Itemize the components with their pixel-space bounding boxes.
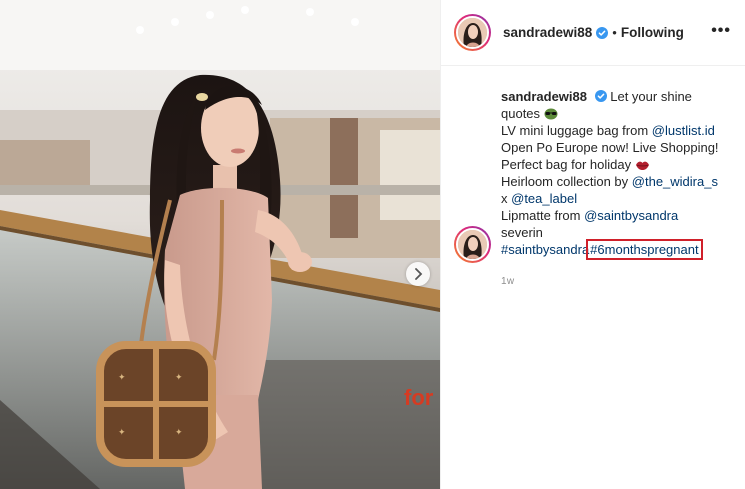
verified-badge-icon: [594, 90, 607, 102]
caption-text: Lipmatte from: [501, 208, 585, 223]
mention-link[interactable]: @lustlist.id: [652, 123, 715, 138]
lips-emoji-icon: [635, 161, 649, 170]
highlighted-hashtag-link[interactable]: #6monthspregnant: [586, 239, 703, 260]
caption-text: Heirloom collection by: [501, 174, 632, 189]
caption-line: severin: [501, 224, 735, 241]
post-header: sandradewi88 • Following •••: [441, 0, 745, 66]
post-photo: for ✦ ✦ ✦ ✦: [0, 0, 440, 489]
caption-line: Heirloom collection by @the_widira_s: [501, 173, 735, 190]
more-options-icon[interactable]: •••: [711, 22, 731, 40]
mention-link[interactable]: @saintbysandra: [584, 208, 678, 223]
post-side-panel: sandradewi88 • Following ••• sandradewi8…: [440, 0, 745, 489]
caption-line: sandradewi88 Let your shine: [501, 88, 735, 105]
caption-avatar[interactable]: [454, 226, 491, 263]
caption-line: Perfect bag for holiday: [501, 156, 735, 173]
post-caption: sandradewi88 Let your shine quotes LV mi…: [441, 66, 745, 290]
caption-line: #saintbysandra#6monthspregnant: [501, 239, 735, 260]
caption-text: Open Po Europe now! Live Shopping!: [501, 140, 719, 155]
caption-line: Open Po Europe now! Live Shopping!: [501, 139, 735, 156]
mall-background-image: for ✦ ✦ ✦ ✦: [0, 0, 440, 489]
caption-text: Let your shine: [610, 89, 692, 104]
verified-badge-icon: [596, 26, 609, 39]
post-timestamp[interactable]: 1w: [501, 273, 735, 290]
avatar[interactable]: [454, 14, 491, 51]
svg-text:✦: ✦: [175, 373, 183, 383]
mention-link[interactable]: @tea_label: [511, 191, 577, 206]
following-button[interactable]: Following: [621, 25, 684, 40]
svg-text:✦: ✦: [118, 373, 126, 383]
sunglasses-emoji-icon: [544, 108, 558, 120]
follow-separator: •: [612, 25, 617, 40]
chevron-right-icon: [415, 268, 423, 280]
svg-text:✦: ✦: [175, 428, 183, 438]
caption-line: Lipmatte from @saintbysandra: [501, 207, 735, 224]
caption-line: LV mini luggage bag from @lustlist.id: [501, 122, 735, 139]
profile-picture: [458, 18, 487, 47]
caption-text: Perfect bag for holiday: [501, 157, 632, 172]
caption-text: x: [501, 191, 512, 206]
caption-text: quotes: [501, 106, 541, 121]
caption-text: severin: [501, 225, 543, 240]
caption-line: quotes: [501, 105, 735, 122]
caption-username[interactable]: sandradewi88: [501, 89, 587, 104]
caption-profile-picture: [458, 230, 487, 259]
svg-text:for: for: [404, 385, 434, 410]
header-username[interactable]: sandradewi88: [503, 25, 592, 40]
next-photo-button[interactable]: [406, 262, 430, 286]
caption-line: x @tea_label: [501, 190, 735, 207]
hashtag-link[interactable]: #saintbysandra: [501, 242, 589, 257]
caption-text: LV mini luggage bag from: [501, 123, 652, 138]
svg-text:✦: ✦: [118, 428, 126, 438]
mention-link[interactable]: @the_widira_s: [632, 174, 718, 189]
